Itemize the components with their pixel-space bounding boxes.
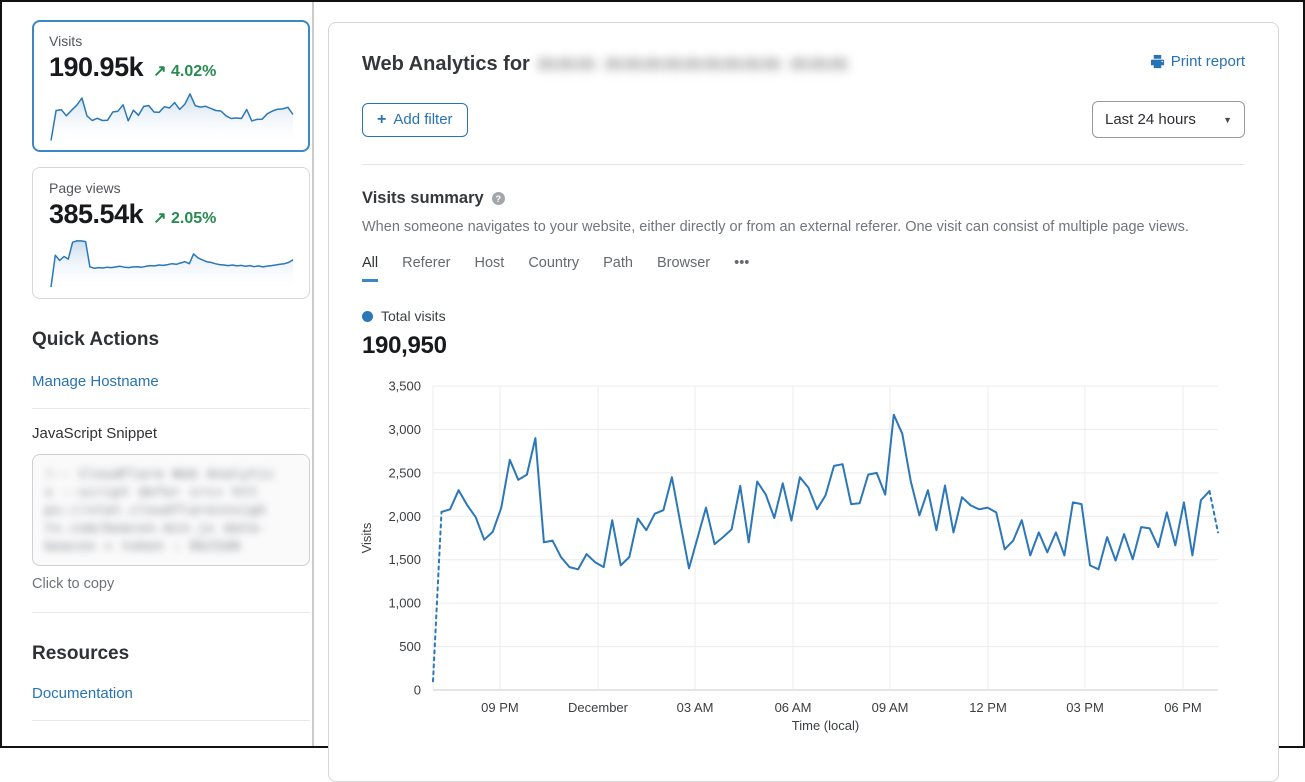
panel-header: Web Analytics for mmm mmmmmmmmm mmm Prin… <box>362 23 1245 165</box>
printer-icon <box>1150 54 1165 69</box>
resources-heading: Resources <box>32 643 313 665</box>
svg-text:1,000: 1,000 <box>388 596 421 611</box>
svg-text:09 AM: 09 AM <box>872 700 909 715</box>
trend-percent: 2.05% <box>171 210 216 227</box>
analytics-panel: Web Analytics for mmm mmmmmmmmm mmm Prin… <box>328 22 1279 782</box>
chart-legend: Total visits <box>362 308 1245 324</box>
svg-text:12 PM: 12 PM <box>969 700 1007 715</box>
add-filter-button[interactable]: + Add filter <box>362 103 468 137</box>
javascript-snippet-box[interactable]: !-- CloudFlare Web Analytics --script de… <box>32 454 310 566</box>
svg-text:500: 500 <box>399 639 421 654</box>
tab-browser[interactable]: Browser <box>657 255 710 282</box>
manage-hostname-link[interactable]: Manage Hostname <box>32 373 310 409</box>
page-title: Web Analytics for mmm mmmmmmmmm mmm <box>362 53 850 76</box>
metric-label: Page views <box>49 180 293 196</box>
svg-text:0: 0 <box>414 683 421 698</box>
svg-text:06 AM: 06 AM <box>775 700 812 715</box>
sidebar: Visits 190.95k ↗ 4.02% Page views 385.54… <box>2 2 313 746</box>
tab-referer[interactable]: Referer <box>402 255 450 282</box>
metric-card-page-views[interactable]: Page views 385.54k ↗ 2.05% <box>32 167 310 299</box>
svg-text:December: December <box>568 700 629 715</box>
legend-label: Total visits <box>381 308 446 324</box>
sidebar-divider <box>312 2 314 746</box>
documentation-link[interactable]: Documentation <box>32 685 310 721</box>
tab-host[interactable]: Host <box>474 255 504 282</box>
trend-up-arrow-icon: ↗ <box>153 210 166 227</box>
svg-text:3,000: 3,000 <box>388 422 421 437</box>
quick-actions-heading: Quick Actions <box>32 329 313 351</box>
snippet-blurred-line: s --script defer src= htt <box>45 483 297 501</box>
svg-text:3,500: 3,500 <box>388 379 421 394</box>
tab-path[interactable]: Path <box>603 255 633 282</box>
javascript-snippet-label: JavaScript Snippet <box>32 425 313 442</box>
plus-icon: + <box>377 111 386 129</box>
help-icon[interactable]: ? <box>492 192 505 205</box>
visits-summary-description: When someone navigates to your website, … <box>362 219 1245 235</box>
svg-text:2,500: 2,500 <box>388 465 421 480</box>
svg-text:1,500: 1,500 <box>388 552 421 567</box>
print-report-link[interactable]: Print report <box>1150 53 1245 70</box>
trend-up-arrow-icon: ↗ <box>153 63 166 80</box>
print-report-label: Print report <box>1171 53 1245 70</box>
tab-more-options[interactable]: ••• <box>734 255 749 282</box>
svg-text:Visits: Visits <box>359 522 374 553</box>
time-range-value: Last 24 hours <box>1105 111 1196 128</box>
metric-value: 385.54k <box>49 199 143 230</box>
metric-label: Visits <box>49 33 293 49</box>
snippet-blurred-line: ps://stat.cloudflareinsigh <box>45 501 297 519</box>
svg-text:2,000: 2,000 <box>388 509 421 524</box>
svg-text:09 PM: 09 PM <box>481 700 519 715</box>
total-visits-value: 190,950 <box>362 332 1245 360</box>
metric-card-visits[interactable]: Visits 190.95k ↗ 4.02% <box>32 20 310 152</box>
trend-up-indicator: ↗ 4.02% <box>153 61 216 81</box>
svg-text:06 PM: 06 PM <box>1164 700 1202 715</box>
trend-percent: 4.02% <box>171 63 216 80</box>
dimension-tabs: All Referer Host Country Path Browser ••• <box>362 255 1245 282</box>
svg-text:03 AM: 03 AM <box>677 700 714 715</box>
trend-up-indicator: ↗ 2.05% <box>153 208 216 228</box>
svg-text:Time (local): Time (local) <box>792 718 859 733</box>
chevron-down-icon: ▼ <box>1223 115 1232 125</box>
visits-summary-section: Visits summary ? When someone navigates … <box>362 165 1245 739</box>
snippet-blurred-line: !-- CloudFlare Web Analytic <box>45 465 297 483</box>
time-range-select[interactable]: Last 24 hours ▼ <box>1092 101 1245 138</box>
snippet-blurred-line: ts.com/beacon.min.js data- <box>45 519 297 537</box>
tab-all[interactable]: All <box>362 255 378 282</box>
page-title-text: Web Analytics for <box>362 53 530 76</box>
tab-country[interactable]: Country <box>528 255 579 282</box>
snippet-blurred-line: beacon = token : 8b15d6 <box>45 537 297 555</box>
visits-sparkline <box>49 87 295 145</box>
click-to-copy-hint: Click to copy <box>32 576 310 613</box>
visits-chart[interactable]: 0 500 1,000 1,500 2,000 2,500 3,000 3,500 09 PM D… <box>355 374 1245 739</box>
metric-value: 190.95k <box>49 52 143 83</box>
page-views-sparkline <box>49 234 295 292</box>
redacted-domain: mmm mmmmmmmmm mmm <box>538 53 850 76</box>
legend-dot-icon <box>362 311 373 322</box>
visits-summary-title: Visits summary <box>362 189 484 208</box>
svg-text:03 PM: 03 PM <box>1066 700 1104 715</box>
add-filter-label: Add filter <box>393 111 452 128</box>
